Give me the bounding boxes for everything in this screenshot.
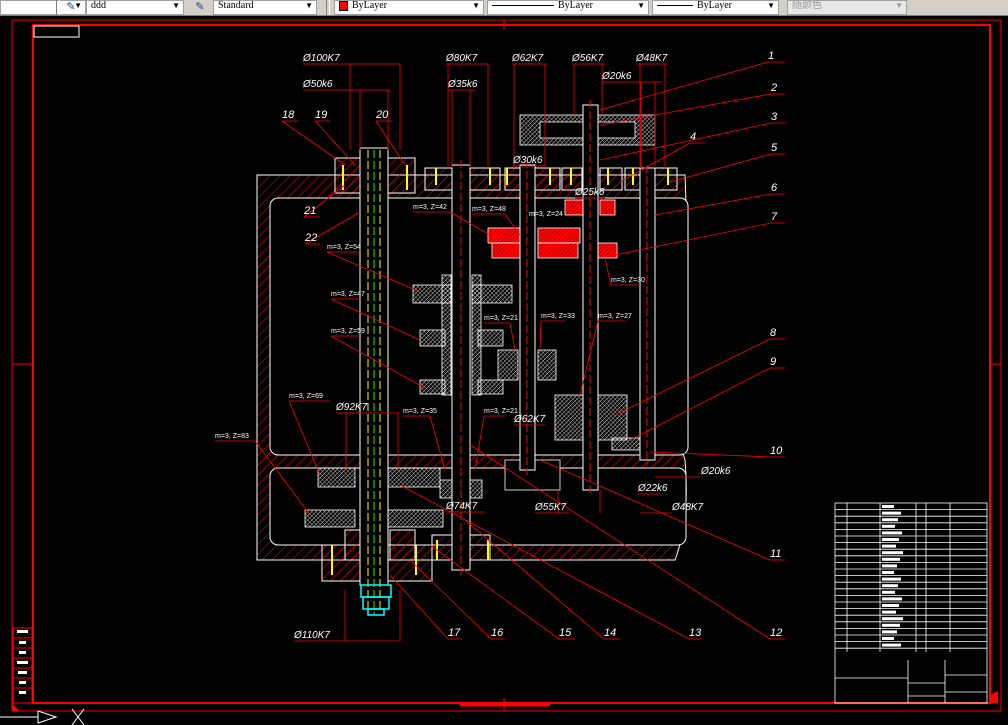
dim-label: Ø55K7	[534, 502, 567, 513]
dim-label: Ø56K7	[571, 53, 604, 64]
part-number: 11	[770, 548, 781, 560]
gear-label: m=3, Z=48	[472, 206, 506, 213]
gear-label: m=3, Z=33	[541, 313, 575, 320]
dim-label: Ø48K7	[671, 502, 704, 513]
parts-list-entry	[882, 551, 903, 555]
parts-list-entry	[882, 637, 894, 640]
part-number: 22	[304, 232, 317, 244]
parts-list-entry	[882, 584, 898, 588]
dim-label: Ø92K7	[335, 402, 368, 413]
part-number: 3	[771, 111, 778, 123]
parts-list-entry	[882, 524, 895, 528]
parts-list-entry	[882, 623, 900, 627]
dim-label: Ø110K7	[293, 630, 330, 641]
dim-label: Ø80K7	[445, 53, 478, 64]
part-number: 2	[770, 82, 777, 94]
gear-label: m=3, Z=24	[529, 211, 563, 218]
part-number: 10	[770, 445, 783, 457]
gear-label: m=3, Z=21	[484, 315, 518, 322]
dim-label: Ø22k6	[637, 483, 668, 494]
parts-list-entry	[882, 610, 896, 614]
part-number: 21	[303, 205, 316, 217]
parts-list-entry	[882, 577, 901, 581]
viewport-label-box	[33, 25, 80, 38]
parts-list-entry	[882, 557, 900, 561]
dim-label: Ø25k6	[574, 187, 605, 198]
dim-label: Ø48K7	[635, 53, 668, 64]
leader-line	[669, 153, 772, 183]
leader-line	[599, 93, 772, 126]
gear-label: m=3, Z=47	[331, 291, 365, 298]
part-number: 20	[375, 109, 389, 121]
part-number: 15	[559, 627, 572, 639]
part-number: 1	[768, 50, 774, 62]
part-number: 9	[770, 356, 776, 368]
part-number: 13	[689, 627, 702, 639]
part-number: 14	[604, 627, 616, 639]
parts-list-entry	[882, 643, 901, 647]
dim-label: Ø62K7	[513, 414, 546, 425]
gear-label: m=3, Z=54	[327, 244, 361, 251]
dim-label: Ø62K7	[511, 53, 544, 64]
part-number: 5	[771, 142, 778, 154]
parts-list-entry	[882, 531, 902, 535]
parts-list-entry	[882, 630, 897, 634]
leader-line	[599, 61, 769, 111]
part-number: 18	[282, 109, 295, 121]
gear-label: m=3, Z=30	[611, 277, 645, 284]
part-number: 16	[491, 627, 504, 639]
title-block	[834, 502, 988, 704]
parts-list-entry	[882, 604, 899, 607]
parts-list-entry	[882, 505, 894, 508]
parts-list-entry	[882, 590, 895, 594]
parts-list-entry	[882, 518, 898, 522]
dim-label: Ø35k6	[447, 79, 478, 90]
part-number: 17	[448, 627, 461, 639]
part-number: 7	[771, 211, 778, 223]
leader-line	[281, 120, 346, 166]
gear-label: m=3, Z=27	[598, 313, 632, 320]
gear-label: m=3, Z=69	[289, 393, 323, 400]
parts-list-entry	[882, 597, 902, 601]
drawing-canvas[interactable]: Ø100K7 Ø50k6 Ø80K7 Ø35k6 Ø62K7 Ø56K7 Ø48…	[0, 0, 1008, 725]
part-number: 6	[771, 182, 778, 194]
part-number: 8	[770, 327, 777, 339]
corner-mark	[990, 691, 998, 703]
dim-label: Ø100K7	[302, 53, 340, 64]
left-revision-strip	[12, 627, 33, 704]
lock-nut	[360, 584, 392, 616]
gear-label: m=3, Z=83	[215, 433, 249, 440]
dim-label: Ø74K7	[445, 501, 478, 512]
parts-list-entry	[882, 544, 896, 548]
part-number: 12	[770, 627, 782, 639]
corner-mark	[12, 703, 19, 711]
gear-label: m=3, Z=59	[331, 328, 365, 335]
dim-label: Ø20k6	[601, 71, 632, 82]
dim-label: Ø20k6	[700, 466, 731, 477]
part-number: 4	[690, 131, 696, 143]
parts-list-entry	[882, 564, 897, 568]
gear-label: m=3, Z=42	[413, 204, 447, 211]
dim-label: Ø30k6	[512, 155, 543, 166]
gear-label: m=3, Z=21	[484, 408, 518, 415]
parts-list-entry	[882, 571, 894, 574]
title-block-border	[834, 502, 988, 704]
dim-label: Ø50k6	[302, 79, 333, 90]
parts-list-entry	[882, 511, 901, 515]
parts-list-entry	[882, 538, 899, 541]
parts-list-entry	[882, 617, 903, 621]
leader-line	[389, 574, 449, 640]
gear-label: m=3, Z=35	[403, 408, 437, 415]
part-number: 19	[315, 109, 327, 121]
